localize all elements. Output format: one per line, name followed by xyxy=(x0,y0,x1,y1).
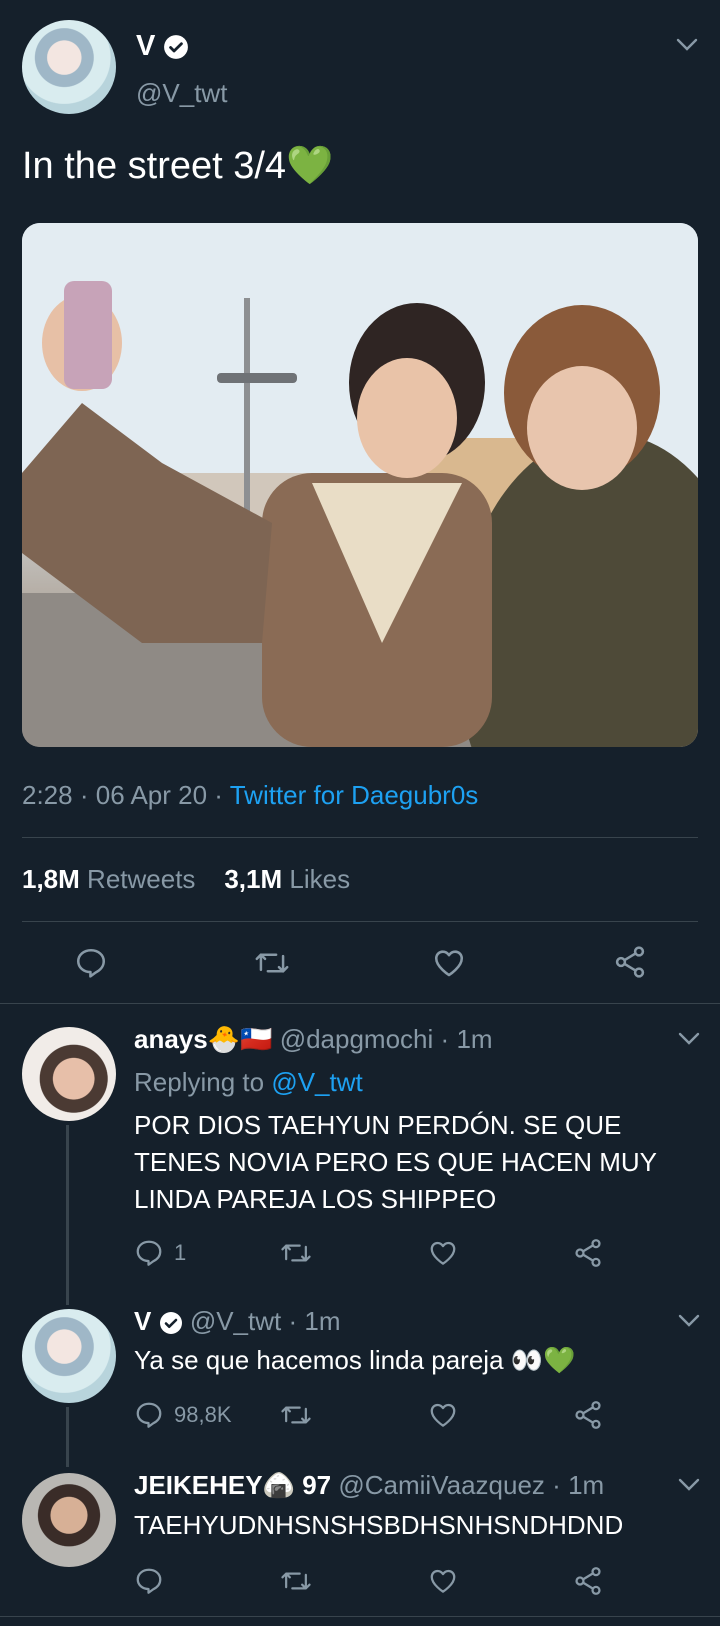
divider xyxy=(0,1003,720,1004)
separator-dot: · xyxy=(552,1470,561,1500)
reply-avatar[interactable] xyxy=(22,1027,116,1121)
reply-author-name[interactable]: V xyxy=(134,1306,151,1336)
like-button[interactable] xyxy=(432,946,466,980)
reply-button[interactable]: 1 xyxy=(134,1238,186,1268)
reply-icon xyxy=(136,1240,162,1266)
retweet-icon xyxy=(281,1244,311,1262)
share-icon xyxy=(575,1567,601,1595)
chevron-down-icon[interactable] xyxy=(676,38,698,52)
reply-icon xyxy=(76,948,106,978)
reply-time: 1m xyxy=(456,1024,493,1054)
tweet-date: 06 Apr 20 xyxy=(95,780,208,810)
reply-text-line: LINDA PAREJA LOS SHIPPEO xyxy=(134,1184,497,1214)
reply-author-name[interactable]: JEIKEHEY🍙 97 xyxy=(134,1470,331,1500)
like-icon xyxy=(430,1241,456,1265)
reply-button[interactable] xyxy=(74,946,108,980)
retweets-label: Retweets xyxy=(87,864,196,894)
chevron-down-icon[interactable] xyxy=(678,1032,700,1046)
divider xyxy=(0,1616,720,1617)
reply-text: Ya se que hacemos linda pareja 👀💚 xyxy=(134,1345,576,1375)
reply-author-name[interactable]: anays🐣🇨🇱 xyxy=(134,1024,272,1054)
reply-count: 1 xyxy=(174,1240,187,1265)
reply-avatar[interactable] xyxy=(22,1309,116,1403)
reply-header: JEIKEHEY🍙 97 @CamiiVaazquez · 1m xyxy=(134,1470,604,1501)
retweet-button[interactable] xyxy=(280,1566,312,1596)
timestamp-row: 2:28 · 06 Apr 20 · Twitter for Daegubr0s xyxy=(22,780,478,811)
author-handle[interactable]: @V_twt xyxy=(136,78,227,109)
stats-row: 1,8M Retweets 3,1M Likes xyxy=(22,864,350,895)
share-button[interactable] xyxy=(572,1237,604,1269)
reply-author-handle[interactable]: @dapgmochi xyxy=(280,1024,434,1054)
like-icon xyxy=(430,1403,456,1427)
retweet-button[interactable] xyxy=(254,946,290,980)
like-button[interactable] xyxy=(428,1566,458,1596)
separator-dot: · xyxy=(440,1024,450,1054)
chevron-down-icon[interactable] xyxy=(678,1478,700,1492)
likes-count: 3,1M xyxy=(224,864,283,894)
retweets-stat[interactable]: 1,8M Retweets xyxy=(22,864,195,894)
divider xyxy=(22,921,698,922)
author-avatar[interactable] xyxy=(22,20,116,114)
reply-avatar[interactable] xyxy=(22,1473,116,1567)
reply-icon xyxy=(136,1568,162,1594)
reply-icon xyxy=(136,1402,162,1428)
separator-dot: · xyxy=(79,780,89,810)
verified-badge-icon xyxy=(164,35,189,60)
retweet-button[interactable] xyxy=(280,1400,312,1430)
chevron-down-icon[interactable] xyxy=(678,1314,700,1328)
reply-time: 1m xyxy=(568,1470,605,1500)
replying-to-prefix: Replying to xyxy=(134,1067,265,1097)
like-button[interactable] xyxy=(428,1400,458,1430)
share-button[interactable] xyxy=(612,944,648,980)
reply-text-line: POR DIOS TAEHYUN PERDÓN. SE QUE xyxy=(134,1110,622,1140)
like-icon xyxy=(434,950,464,977)
thread-line xyxy=(66,1407,69,1467)
reply-header: anays🐣🇨🇱 @dapgmochi · 1m xyxy=(134,1024,493,1055)
likes-stat[interactable]: 3,1M Likes xyxy=(224,864,350,894)
reply-author-handle[interactable]: @CamiiVaazquez xyxy=(338,1470,545,1500)
photo-illustration xyxy=(22,223,698,747)
retweets-count: 1,8M xyxy=(22,864,80,894)
reply-time: 1m xyxy=(304,1306,341,1336)
share-icon xyxy=(615,946,645,978)
reply-text: POR DIOS TAEHYUN PERDÓN. SE QUE TENES NO… xyxy=(134,1107,657,1218)
tweet-time: 2:28 xyxy=(22,780,73,810)
retweet-icon xyxy=(255,953,289,973)
share-icon xyxy=(575,1401,601,1429)
separator-dot: · xyxy=(214,780,223,810)
reply-text: TAEHYUDNHSNSHSBDHSNHSNDHDND xyxy=(134,1510,624,1540)
reply-button[interactable]: 98,8K xyxy=(134,1400,232,1430)
like-button[interactable] xyxy=(428,1238,458,1268)
author-name-row[interactable]: V xyxy=(136,30,189,63)
reply-author-handle[interactable]: @V_twt xyxy=(190,1306,281,1336)
tweet-source-link[interactable]: Twitter for Daegubr0s xyxy=(230,780,479,810)
tweet-text: In the street 3/4💚 xyxy=(22,145,334,187)
verified-badge-icon xyxy=(159,1312,182,1335)
retweet-icon xyxy=(281,1406,311,1424)
tweet-photo[interactable] xyxy=(22,223,698,747)
share-button[interactable] xyxy=(572,1399,604,1431)
retweet-button[interactable] xyxy=(280,1238,312,1268)
reply-button[interactable] xyxy=(134,1566,164,1596)
replying-to: Replying to @V_twt xyxy=(134,1067,363,1098)
like-icon xyxy=(430,1569,456,1593)
author-name: V xyxy=(136,30,156,62)
reply-header: V @V_twt · 1m xyxy=(134,1306,341,1337)
reply-count: 98,8K xyxy=(174,1402,232,1427)
thread-line xyxy=(66,1125,69,1305)
share-button[interactable] xyxy=(572,1565,604,1597)
share-icon xyxy=(575,1239,601,1267)
divider xyxy=(22,837,698,838)
likes-label: Likes xyxy=(289,864,351,894)
reply-text-line: TENES NOVIA PERO ES QUE HACEN MUY xyxy=(134,1147,657,1177)
separator-dot: · xyxy=(288,1306,298,1336)
replying-to-handle[interactable]: @V_twt xyxy=(271,1067,362,1097)
retweet-icon xyxy=(281,1572,311,1590)
